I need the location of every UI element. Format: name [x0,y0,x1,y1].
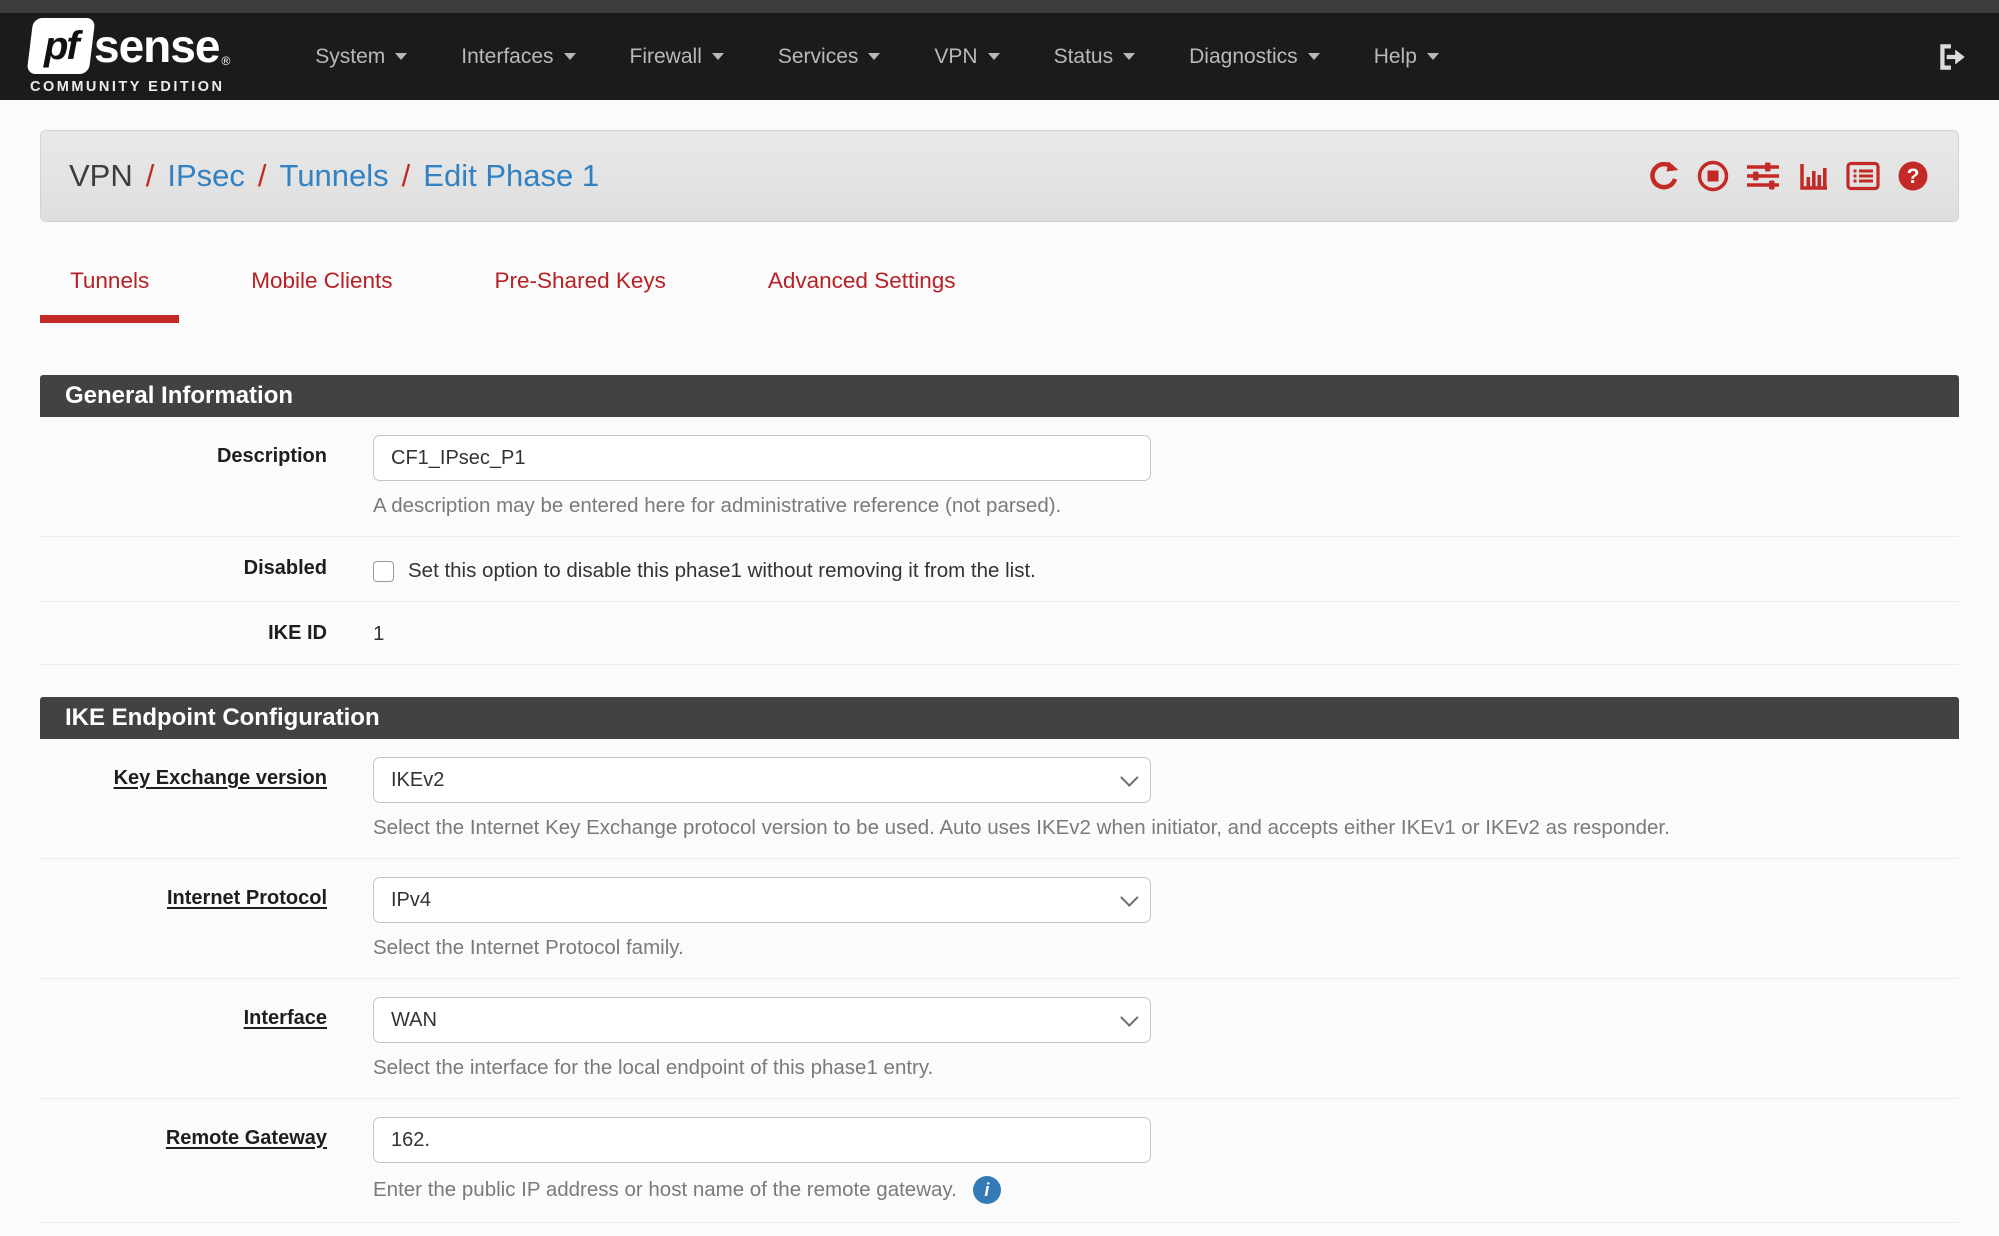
interface-label: Interface [40,997,373,1030]
chevron-down-icon [1123,53,1135,60]
top-strip [0,0,1999,13]
remote-gateway-input[interactable] [373,1117,1151,1163]
section-ike-endpoint: IKE Endpoint Configuration Key Exchange … [40,697,1959,1223]
tab-bar: Tunnels Mobile Clients Pre-Shared Keys A… [40,268,1959,323]
chevron-down-icon [1120,1008,1138,1026]
description-label: Description [40,435,373,468]
nav-item-status[interactable]: Status [1027,13,1163,100]
interface-help: Select the interface for the local endpo… [373,1056,1959,1080]
breadcrumb-separator: / [402,158,411,194]
chevron-down-icon [1427,53,1439,60]
breadcrumb-action-icons: ? [1647,159,1930,193]
nav-item-diagnostics[interactable]: Diagnostics [1162,13,1347,100]
description-input[interactable] [373,435,1151,481]
info-icon[interactable]: i [973,1176,1001,1204]
sign-out-icon[interactable] [1935,40,1969,74]
svg-text:?: ? [1907,165,1920,188]
nav-item-system[interactable]: System [288,13,434,100]
nav-item-label: System [315,45,385,69]
nav-item-label: Diagnostics [1189,45,1298,69]
key-exchange-help: Select the Internet Key Exchange protoco… [373,816,1959,840]
log-icon[interactable] [1845,159,1881,193]
nav-item-firewall[interactable]: Firewall [603,13,751,100]
internet-protocol-help: Select the Internet Protocol family. [373,936,1959,960]
bar-chart-icon[interactable] [1796,159,1830,193]
breadcrumb-edit-phase-1[interactable]: Edit Phase 1 [423,158,599,194]
sliders-icon[interactable] [1745,159,1781,193]
chevron-down-icon [1120,768,1138,786]
key-exchange-select[interactable]: IKEv2 [373,757,1151,803]
chevron-down-icon [564,53,576,60]
row-disabled: Disabled Set this option to disable this… [40,537,1959,602]
chevron-down-icon [1120,888,1138,906]
logo-registered-mark: ® [221,54,230,68]
navbar: pf sense ® COMMUNITY EDITION System Inte… [0,13,1999,100]
nav-item-label: Firewall [630,45,702,69]
breadcrumb: VPN / IPsec / Tunnels / Edit Phase 1 [40,130,1959,222]
chevron-down-icon [868,53,880,60]
breadcrumb-separator: / [258,158,267,194]
stop-icon[interactable] [1696,159,1730,193]
chevron-down-icon [988,53,1000,60]
help-icon[interactable]: ? [1896,159,1930,193]
logo-pf-box: pf [27,18,96,74]
internet-protocol-value: IPv4 [391,889,431,912]
remote-gateway-help: Enter the public IP address or host name… [373,1178,957,1202]
nav-item-label: Help [1374,45,1417,69]
nav-item-label: Status [1054,45,1114,69]
pfsense-logo[interactable]: pf sense ® COMMUNITY EDITION [30,18,230,95]
breadcrumb-ipsec[interactable]: IPsec [167,158,245,194]
chevron-down-icon [1308,53,1320,60]
key-exchange-value: IKEv2 [391,769,444,792]
tab-advanced-settings[interactable]: Advanced Settings [738,268,986,323]
nav-item-help[interactable]: Help [1347,13,1466,100]
logo-subtitle: COMMUNITY EDITION [30,79,230,95]
tab-pre-shared-keys[interactable]: Pre-Shared Keys [465,268,696,323]
nav-item-label: VPN [934,45,977,69]
row-interface: Interface WAN Select the interface for t… [40,979,1959,1099]
nav-menu: System Interfaces Firewall Services VPN … [288,13,1466,100]
internet-protocol-label: Internet Protocol [40,877,373,910]
logo-sense-text: sense [94,19,219,73]
chevron-down-icon [395,53,407,60]
description-help: A description may be entered here for ad… [373,494,1959,518]
interface-select[interactable]: WAN [373,997,1151,1043]
nav-item-interfaces[interactable]: Interfaces [434,13,602,100]
remote-gateway-label: Remote Gateway [40,1117,373,1150]
section-title: General Information [40,375,1959,417]
chevron-down-icon [712,53,724,60]
interface-value: WAN [391,1009,437,1032]
nav-item-label: Interfaces [461,45,553,69]
nav-item-services[interactable]: Services [751,13,908,100]
internet-protocol-select[interactable]: IPv4 [373,877,1151,923]
breadcrumb-separator: / [146,158,155,194]
disabled-label: Disabled [40,555,373,580]
nav-item-vpn[interactable]: VPN [907,13,1026,100]
row-description: Description A description may be entered… [40,417,1959,537]
row-remote-gateway: Remote Gateway Enter the public IP addre… [40,1099,1959,1223]
breadcrumb-vpn: VPN [69,158,133,194]
key-exchange-label: Key Exchange version [40,757,373,790]
disabled-checkbox[interactable] [373,561,394,582]
disabled-checkbox-text: Set this option to disable this phase1 w… [408,559,1036,583]
section-general-information: General Information Description A descri… [40,375,1959,665]
refresh-icon[interactable] [1647,159,1681,193]
tab-tunnels[interactable]: Tunnels [40,268,179,323]
ike-id-value: 1 [373,620,1959,646]
row-internet-protocol: Internet Protocol IPv4 Select the Intern… [40,859,1959,979]
row-ike-id: IKE ID 1 [40,602,1959,665]
breadcrumb-tunnels[interactable]: Tunnels [280,158,389,194]
row-key-exchange: Key Exchange version IKEv2 Select the In… [40,739,1959,859]
ike-id-label: IKE ID [40,620,373,645]
section-title: IKE Endpoint Configuration [40,697,1959,739]
nav-item-label: Services [778,45,859,69]
logo-pf-text: pf [44,24,78,69]
tab-mobile-clients[interactable]: Mobile Clients [221,268,422,323]
